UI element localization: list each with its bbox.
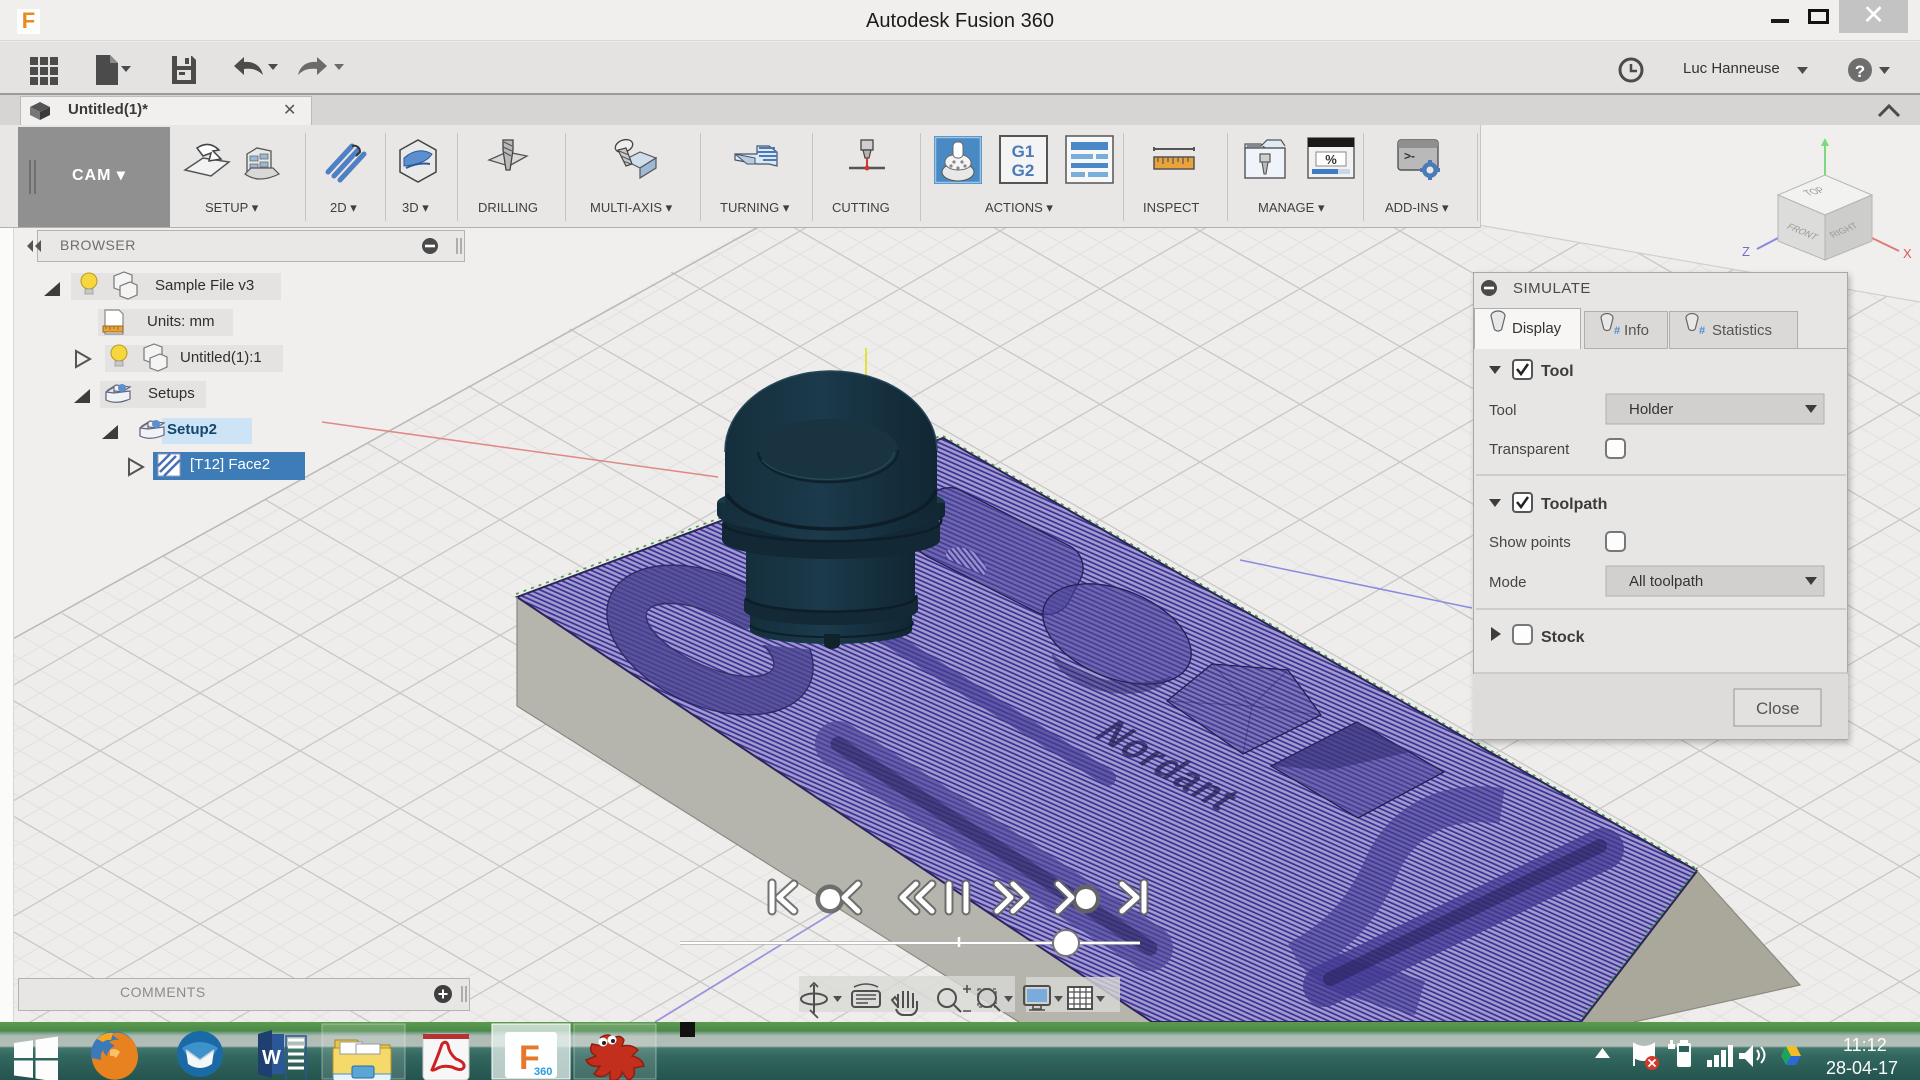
svg-text:G2: G2 (1012, 161, 1035, 180)
svg-text:Mode: Mode (1489, 574, 1527, 591)
svg-text:Show points: Show points (1489, 534, 1571, 551)
svg-text:Tool: Tool (1541, 363, 1574, 380)
svg-text:Tool: Tool (1489, 402, 1517, 419)
svg-text:W: W (262, 1047, 281, 1069)
svg-text:#: # (1614, 325, 1620, 337)
svg-text:Stock: Stock (1541, 629, 1585, 646)
svg-text:11:12: 11:12 (1843, 1035, 1887, 1055)
svg-text:G1: G1 (1012, 142, 1035, 161)
svg-text:Toolpath: Toolpath (1541, 496, 1607, 513)
svg-text:%: % (1325, 152, 1337, 167)
svg-text:Transparent: Transparent (1489, 441, 1570, 458)
svg-text:All toolpath: All toolpath (1629, 573, 1703, 590)
svg-text:28-04-17: 28-04-17 (1826, 1058, 1898, 1078)
svg-text:Holder: Holder (1629, 401, 1673, 418)
svg-text:?: ? (1855, 62, 1865, 81)
svg-text:X: X (1903, 246, 1912, 261)
svg-text:Close: Close (1756, 699, 1799, 718)
svg-text:Z: Z (1742, 244, 1750, 259)
svg-text:>-: >- (1404, 149, 1415, 163)
svg-text:#: # (1699, 325, 1705, 337)
svg-text:360: 360 (534, 1066, 552, 1078)
